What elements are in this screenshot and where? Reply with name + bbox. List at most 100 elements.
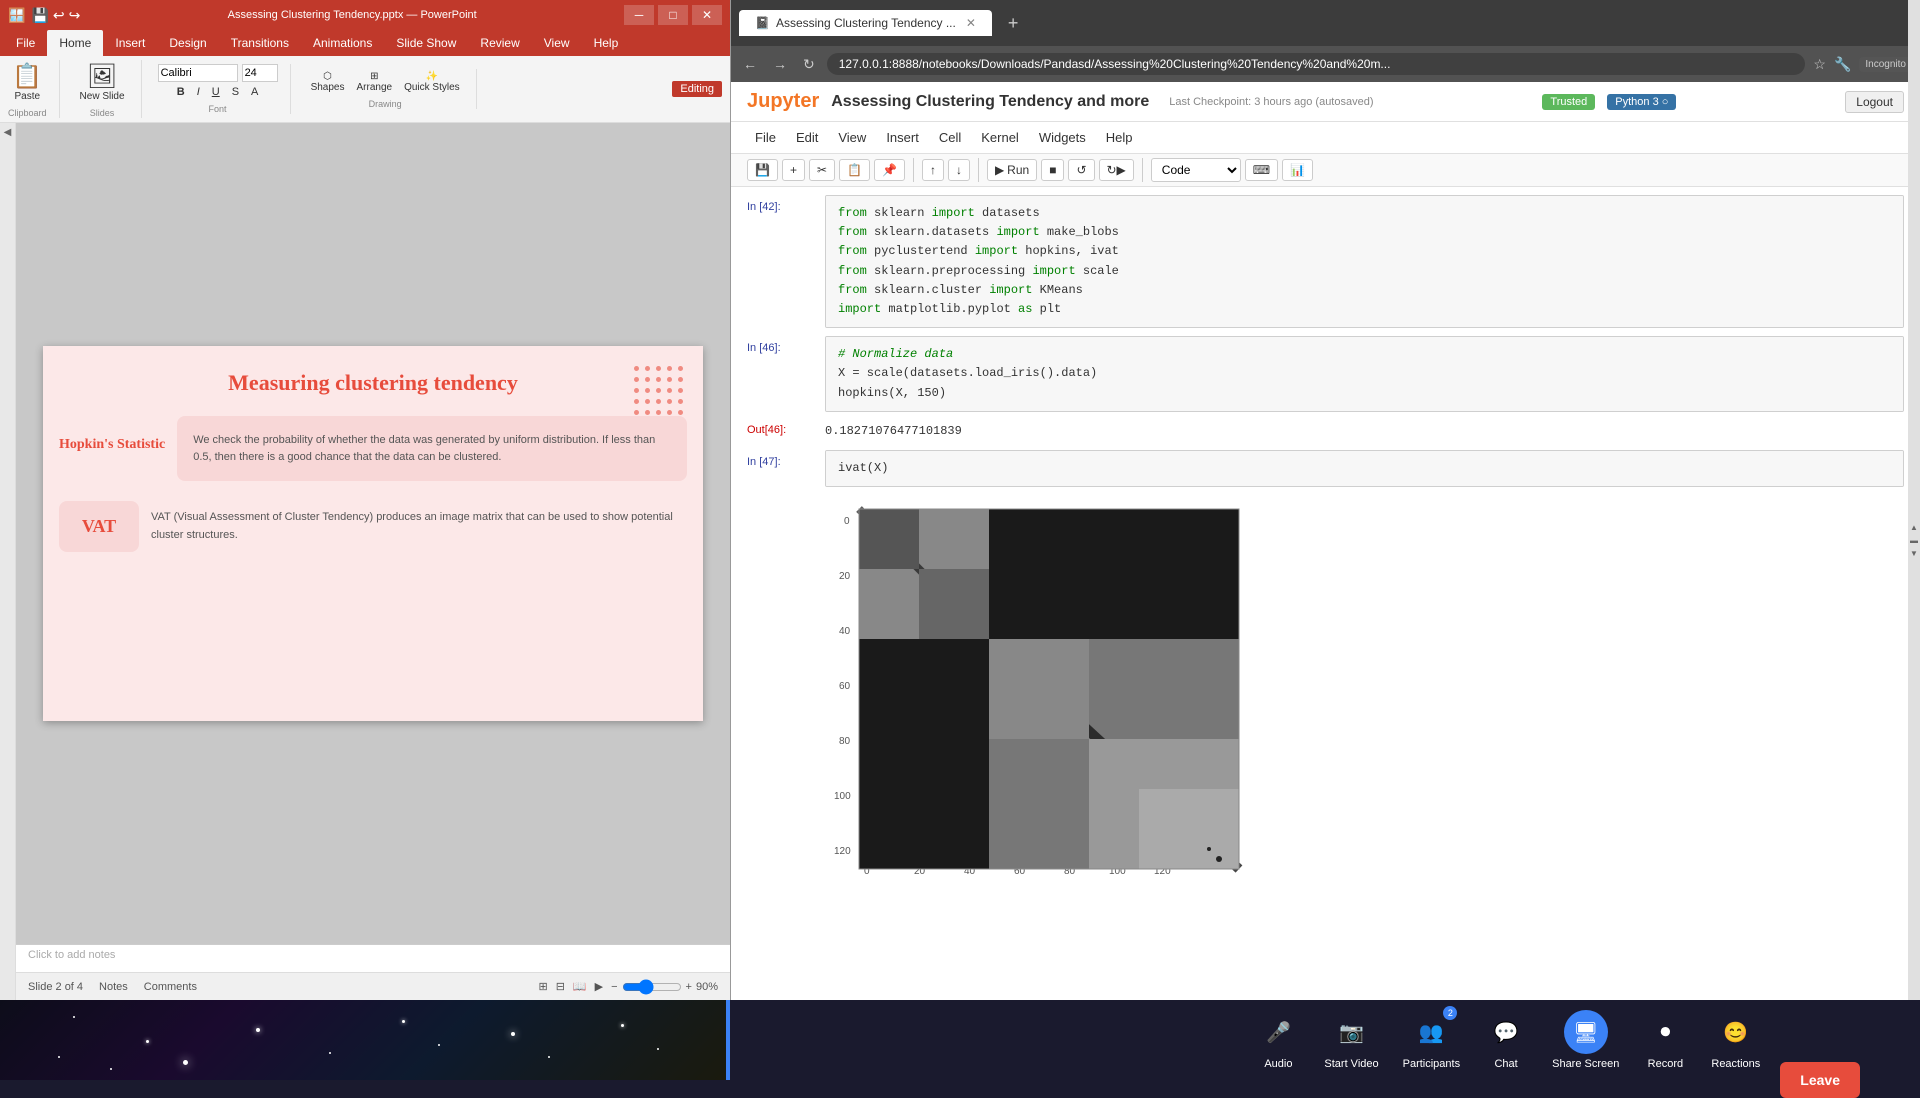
bold-button[interactable]: B [173,84,189,100]
cell-42-content[interactable]: from sklearn import datasets from sklear… [825,195,1904,328]
zoom-in-btn[interactable]: + [686,981,692,993]
browser-tab-favicon: 📓 [755,16,770,30]
close-btn[interactable]: ✕ [692,5,722,25]
interrupt-btn[interactable]: ■ [1041,159,1064,181]
record-btn[interactable]: ⏺ Record [1643,1010,1687,1070]
cell-46-content[interactable]: # Normalize data X = scale(datasets.load… [825,336,1904,412]
leave-btn[interactable]: Leave [1780,1062,1860,1098]
move-down-btn[interactable]: ↓ [948,159,970,181]
toolbar-divider-2 [978,158,979,182]
extension-icon[interactable]: 🔧 [1834,56,1851,73]
browser-tab-active[interactable]: 📓 Assessing Clustering Tendency ... ✕ [739,10,992,36]
cell-46-code[interactable]: # Normalize data X = scale(datasets.load… [826,337,1903,411]
slide-sorter-btn[interactable]: ⊟ [556,980,565,993]
cell-47-content[interactable]: ivat(X) [825,450,1904,487]
thumbnails-collapse-arrow[interactable]: ◀ [4,127,12,138]
cell-type-select[interactable]: Code Markdown Raw [1151,158,1241,182]
cut-cell-btn[interactable]: ✂ [809,159,835,181]
undo-icon[interactable]: ↩ [53,7,65,24]
hopkin-text: We check the probability of whether the … [193,432,671,465]
menu-cell[interactable]: Cell [931,126,969,149]
browser-back-btn[interactable]: ← [739,54,761,74]
tab-home[interactable]: Home [47,30,103,56]
slide-canvas-area[interactable]: Measuring clustering tendency Hopkin's S… [16,123,730,944]
copy-cell-btn[interactable]: 📋 [839,159,870,181]
tab-transitions[interactable]: Transitions [219,30,301,56]
notes-tab-btn[interactable]: Notes [99,981,128,993]
logout-button[interactable]: Logout [1845,91,1904,113]
zoom-out-btn[interactable]: − [611,981,617,993]
italic-button[interactable]: I [193,84,204,100]
quick-styles-button[interactable]: ✨ Quick Styles [400,69,464,95]
participants-btn[interactable]: 👥 2 Participants [1403,1010,1460,1070]
strikethrough-button[interactable]: S [228,84,243,100]
menu-edit[interactable]: Edit [788,126,826,149]
reactions-btn[interactable]: 😊 Reactions [1711,1010,1760,1070]
browser-tab-close[interactable]: ✕ [966,16,976,30]
ppt-ribbon-content: 📋 Paste Clipboard 🖼 New Slide Slides [0,56,730,123]
notes-area[interactable]: Click to add notes [16,944,730,972]
font-size-input[interactable] [242,64,278,82]
participants-count: 2 [1443,1006,1457,1020]
jupyter-notebook-title: Assessing Clustering Tendency and more [831,93,1149,111]
new-tab-btn[interactable]: + [1000,9,1027,38]
run-btn[interactable]: ▶ Run [987,159,1037,181]
tab-animations[interactable]: Animations [301,30,384,56]
menu-file[interactable]: File [747,126,784,149]
slide[interactable]: Measuring clustering tendency Hopkin's S… [43,346,703,721]
vat-matrix-svg: 0 20 40 60 80 100 120 0 20 40 60 [829,499,1249,879]
maximize-btn[interactable]: □ [658,5,688,25]
comments-tab-btn[interactable]: Comments [144,981,197,993]
star [73,1016,75,1018]
start-video-btn[interactable]: 📷 Start Video [1324,1010,1378,1070]
chart-btn[interactable]: 📊 [1282,159,1313,181]
cell-47-code[interactable]: ivat(X) [826,451,1903,486]
address-input[interactable] [827,53,1806,75]
reading-view-btn[interactable]: 📖 [573,980,587,993]
zoom-slider[interactable] [622,979,682,995]
paste-button[interactable]: 📋 Paste [8,60,46,104]
slide-title[interactable]: Measuring clustering tendency [43,346,703,408]
tab-view[interactable]: View [532,30,582,56]
slideshow-btn[interactable]: ▶ [595,980,603,993]
tab-design[interactable]: Design [157,30,218,56]
new-slide-button[interactable]: 🖼 New Slide [76,60,129,104]
audio-btn[interactable]: 🎤 Audio [1256,1010,1300,1070]
bookmark-icon[interactable]: ☆ [1813,56,1826,73]
share-screen-label: Share Screen [1552,1058,1619,1070]
arrange-button[interactable]: ⊞ Arrange [352,69,396,95]
slide-view-controls: ⊞ ⊟ 📖 ▶ − + 90% [538,979,718,995]
save-icon[interactable]: 💾 [31,7,48,24]
browser-refresh-btn[interactable]: ↻ [799,54,819,75]
save-notebook-btn[interactable]: 💾 [747,159,778,181]
move-up-btn[interactable]: ↑ [922,159,944,181]
trusted-badge: Trusted [1542,94,1595,110]
font-color-button[interactable]: A [247,84,262,100]
menu-help[interactable]: Help [1098,126,1141,149]
menu-insert[interactable]: Insert [878,126,927,149]
restart-btn[interactable]: ↺ [1068,159,1094,181]
tab-slide-show[interactable]: Slide Show [384,30,468,56]
browser-forward-btn[interactable]: → [769,54,791,74]
cell-42-code[interactable]: from sklearn import datasets from sklear… [826,196,1903,327]
keyboard-shortcuts-btn[interactable]: ⌨ [1245,159,1278,181]
tab-insert[interactable]: Insert [103,30,157,56]
redo-icon[interactable]: ↪ [69,7,81,24]
add-cell-btn[interactable]: + [782,159,805,181]
menu-kernel[interactable]: Kernel [973,126,1027,149]
font-family-input[interactable] [158,64,238,82]
paste-cell-btn[interactable]: 📌 [874,159,905,181]
menu-view[interactable]: View [830,126,874,149]
tab-file[interactable]: File [4,30,47,56]
menu-widgets[interactable]: Widgets [1031,126,1094,149]
jupyter-cells[interactable]: In [42]: from sklearn import datasets fr… [731,187,1920,1000]
restart-run-btn[interactable]: ↻▶ [1099,159,1134,181]
minimize-btn[interactable]: ─ [624,5,654,25]
chat-btn[interactable]: 💬 Chat [1484,1010,1528,1070]
normal-view-btn[interactable]: ⊞ [538,980,547,993]
shapes-button[interactable]: ⬡ Shapes [307,69,349,95]
tab-help[interactable]: Help [582,30,631,56]
share-screen-btn[interactable]: 🖥 Share Screen [1552,1010,1619,1070]
tab-review[interactable]: Review [468,30,531,56]
underline-button[interactable]: U [208,84,224,100]
